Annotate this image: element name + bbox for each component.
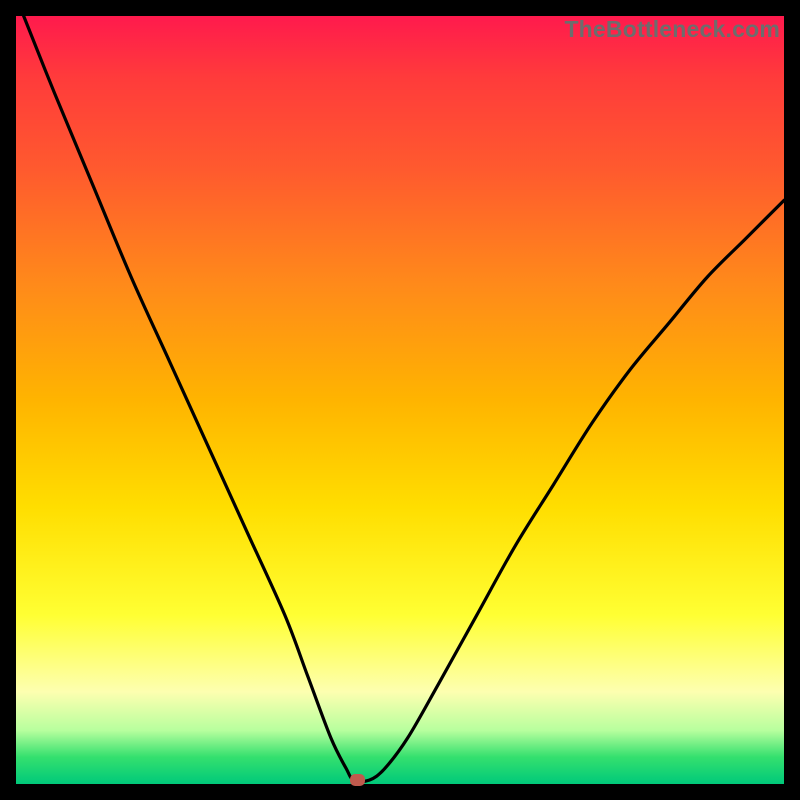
bottleneck-curve [16, 16, 784, 784]
plot-area: TheBottleneck.com [16, 16, 784, 784]
optimal-point-marker [350, 774, 365, 786]
chart-frame: TheBottleneck.com [0, 0, 800, 800]
